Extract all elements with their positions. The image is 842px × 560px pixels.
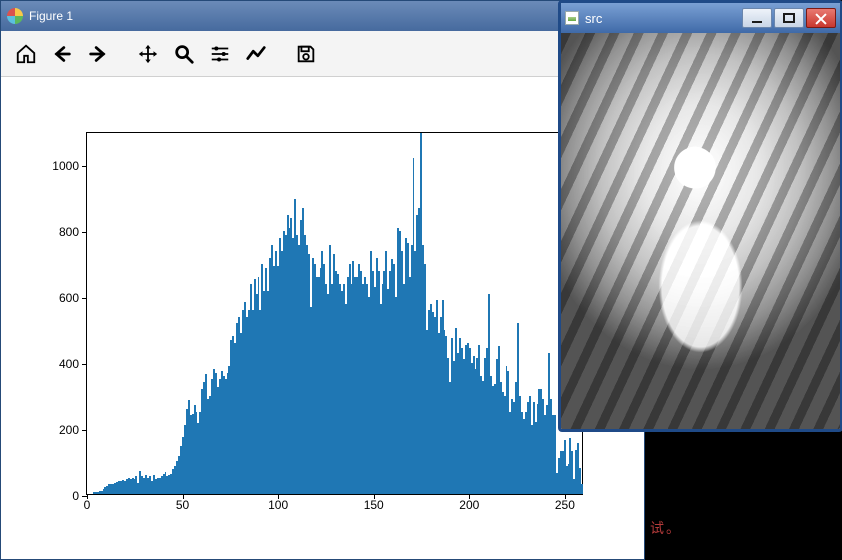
back-button[interactable]	[47, 39, 77, 69]
src-close-button[interactable]	[806, 8, 836, 28]
x-tick-label: 150	[364, 498, 384, 512]
save-icon	[295, 43, 317, 65]
source-image	[561, 33, 840, 429]
zoom-button[interactable]	[169, 39, 199, 69]
y-tick-label: 400	[37, 357, 79, 371]
y-tick-label: 0	[37, 489, 79, 503]
y-tick-label: 800	[37, 225, 79, 239]
home-button[interactable]	[11, 39, 41, 69]
y-tick-label: 200	[37, 423, 79, 437]
y-tick-label: 600	[37, 291, 79, 305]
figure-canvas[interactable]: 0 200 400 600 800 1000 0 50 100 150 200 250	[1, 77, 644, 559]
figure-titlebar[interactable]: Figure 1	[1, 1, 644, 31]
arrow-left-icon	[51, 43, 73, 65]
chart-line-icon	[245, 43, 267, 65]
zoom-icon	[173, 43, 195, 65]
matplotlib-icon	[7, 8, 23, 24]
home-icon	[15, 43, 37, 65]
figure-title: Figure 1	[29, 9, 606, 23]
x-tick-label: 200	[459, 498, 479, 512]
x-tick-label: 250	[555, 498, 575, 512]
sliders-icon	[209, 43, 231, 65]
src-maximize-button[interactable]	[774, 8, 804, 28]
forward-button[interactable]	[83, 39, 113, 69]
plot-area: 02004006008001000 050100150200250	[86, 132, 583, 495]
src-titlebar[interactable]: src	[561, 3, 840, 33]
x-tick-label: 100	[268, 498, 288, 512]
figure-toolbar	[1, 31, 644, 77]
edit-axis-button[interactable]	[241, 39, 271, 69]
figure-window: Figure 1	[0, 0, 645, 560]
move-icon	[137, 43, 159, 65]
x-tick-label: 50	[176, 498, 189, 512]
src-title: src	[585, 11, 742, 26]
pan-button[interactable]	[133, 39, 163, 69]
configure-subplots-button[interactable]	[205, 39, 235, 69]
src-window: src	[558, 0, 842, 432]
background-console-text: 试。	[650, 518, 682, 538]
image-file-icon	[565, 11, 579, 25]
x-tick-label: 0	[84, 498, 91, 512]
arrow-right-icon	[87, 43, 109, 65]
save-button[interactable]	[291, 39, 321, 69]
y-tick-label: 1000	[37, 159, 79, 173]
src-minimize-button[interactable]	[742, 8, 772, 28]
